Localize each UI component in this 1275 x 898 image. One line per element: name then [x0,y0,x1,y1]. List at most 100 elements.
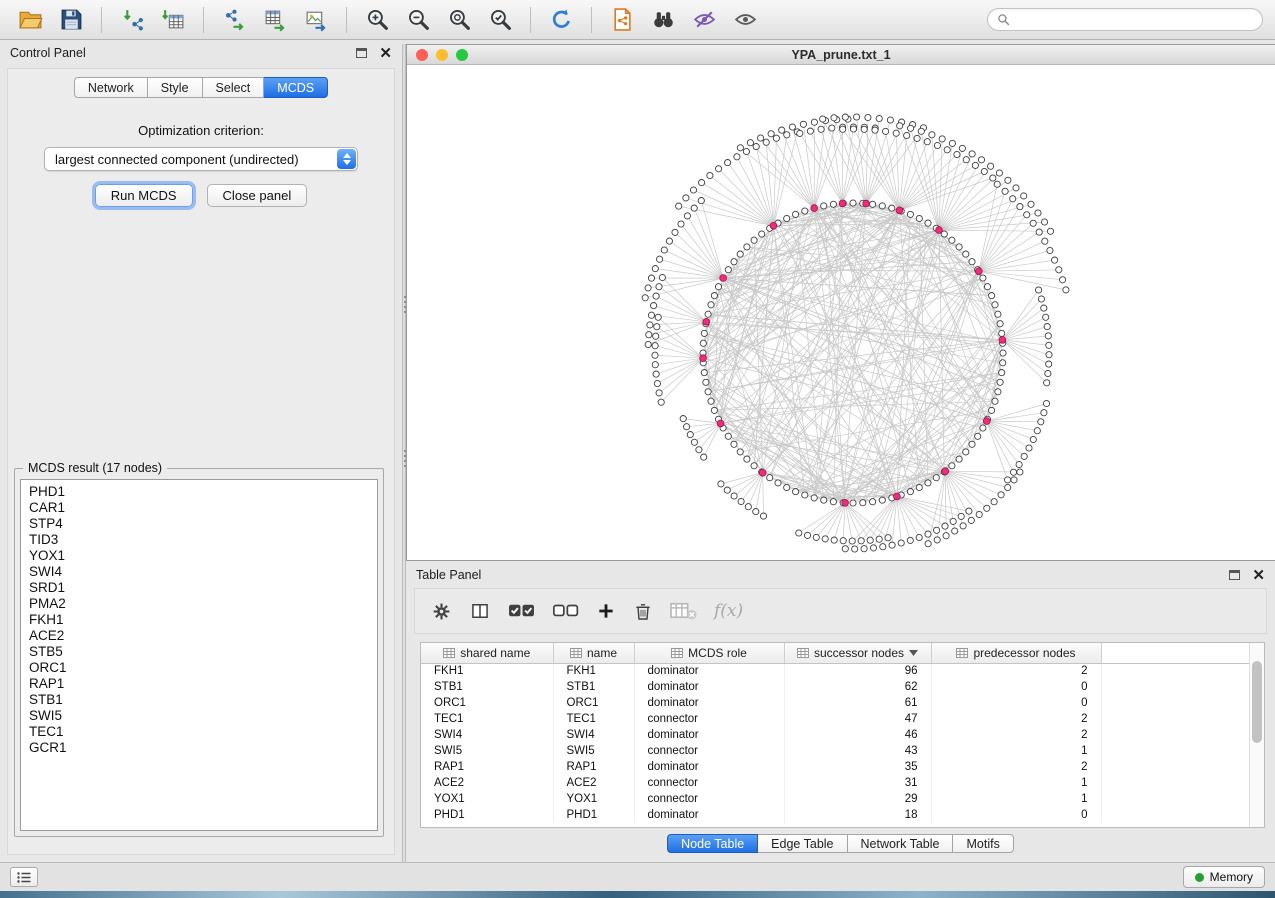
close-panel-icon[interactable]: ✕ [379,46,392,61]
table-row[interactable]: FKH1FKH1dominator962 [421,663,1264,679]
mcds-result-list[interactable]: PHD1CAR1STP4TID3YOX1SWI4SRD1PMA2FKH1ACE2… [20,479,378,831]
network-view-window: YPA_prune.txt_1 [406,44,1275,561]
mcds-result-item[interactable]: YOX1 [29,548,369,564]
zoom-in-button[interactable] [359,4,395,36]
run-mcds-button[interactable]: Run MCDS [95,184,193,207]
mcds-result-item[interactable]: PMA2 [29,596,369,612]
search-input[interactable] [1016,13,1253,27]
tab-style[interactable]: Style [148,77,203,98]
task-history-button[interactable] [10,867,38,887]
table-cell: 0 [931,679,1101,695]
window-minimize-icon[interactable] [436,49,448,61]
delete-column-button[interactable] [633,601,653,622]
mcds-result-item[interactable]: CAR1 [29,500,369,516]
export-network-button[interactable] [216,4,252,36]
zoom-selected-button[interactable] [482,4,518,36]
column-header-name[interactable]: name [553,643,634,663]
table-cell: 35 [784,759,931,775]
network-graph[interactable] [407,65,1274,560]
mcds-result-item[interactable]: SRD1 [29,580,369,596]
save-session-button[interactable] [53,4,89,36]
table-row[interactable]: TEC1TEC1connector472 [421,711,1264,727]
window-zoom-icon[interactable] [456,49,468,61]
show-columns-button[interactable] [469,601,491,621]
mcds-result-item[interactable]: TEC1 [29,724,369,740]
table-cell: 62 [784,679,931,695]
import-network-button[interactable] [114,4,150,36]
mcds-result-item[interactable]: ORC1 [29,660,369,676]
import-table-button[interactable] [155,4,191,36]
column-header-predecessor-nodes[interactable]: predecessor nodes [931,643,1101,663]
tab-network-table[interactable]: Network Table [848,834,954,853]
float-panel-icon[interactable] [1229,570,1240,580]
close-panel-button[interactable]: Close panel [207,184,308,207]
export-table-button[interactable] [257,4,293,36]
fx-icon: f(x) [714,601,743,621]
mcds-result-item[interactable]: FKH1 [29,612,369,628]
mcds-result-item[interactable]: STP4 [29,516,369,532]
mcds-result-item[interactable]: SWI5 [29,708,369,724]
table-settings-button[interactable] [431,601,452,622]
toolbar-separator [591,7,592,33]
table-cell: 1 [931,743,1101,759]
share-document-button[interactable] [604,4,640,36]
close-panel-icon[interactable]: ✕ [1252,568,1265,583]
table-row[interactable]: ORC1ORC1dominator610 [421,695,1264,711]
mcds-result-title: MCDS result (17 nodes) [23,461,167,475]
hide-details-button[interactable] [686,4,722,36]
eye-icon [733,7,758,32]
deselect-all-button[interactable] [552,602,579,620]
table-cell: YOX1 [421,791,553,807]
tab-node-table[interactable]: Node Table [667,834,758,853]
mcds-result-item[interactable]: GCR1 [29,740,369,756]
column-header-shared-name[interactable]: shared name [421,643,553,663]
column-header-mcds-role[interactable]: MCDS role [634,643,784,663]
zoom-in-icon [365,7,390,32]
tab-select[interactable]: Select [203,77,265,98]
mcds-result-item[interactable]: TID3 [29,532,369,548]
tab-edge-table[interactable]: Edge Table [758,834,847,853]
table-scrollbar-thumb[interactable] [1252,661,1262,743]
table-row[interactable]: PHD1PHD1dominator180 [421,807,1264,823]
find-button[interactable] [645,4,681,36]
open-session-button[interactable] [12,4,48,36]
show-details-button[interactable] [727,4,763,36]
tab-mcds[interactable]: MCDS [264,77,328,98]
float-panel-icon[interactable] [356,48,367,58]
table-row[interactable]: RAP1RAP1dominator352 [421,759,1264,775]
window-close-icon[interactable] [416,49,428,61]
table-row[interactable]: YOX1YOX1connector291 [421,791,1264,807]
table-row[interactable]: SWI5SWI5connector431 [421,743,1264,759]
table-row[interactable]: ACE2ACE2connector311 [421,775,1264,791]
mcds-result-item[interactable]: SWI4 [29,564,369,580]
table-cell: 29 [784,791,931,807]
tab-motifs[interactable]: Motifs [953,834,1013,853]
table-cell: dominator [634,759,784,775]
control-panel-tabs: Network Style Select MCDS [8,77,394,98]
zoom-fit-button[interactable] [441,4,477,36]
refresh-layout-button[interactable] [543,4,579,36]
mcds-result-item[interactable]: RAP1 [29,676,369,692]
mcds-result-item[interactable]: STB1 [29,692,369,708]
function-builder-button[interactable]: f(x) [714,601,743,621]
criterion-dropdown[interactable]: largest connected component (undirected) [44,147,358,171]
tab-network[interactable]: Network [74,77,148,98]
select-all-button[interactable] [508,602,535,620]
memory-button[interactable]: Memory [1183,866,1265,888]
table-row[interactable]: SWI4SWI4dominator462 [421,727,1264,743]
export-image-button[interactable] [298,4,334,36]
column-header-successor-nodes[interactable]: successor nodes [784,643,931,663]
column-menu-icon [671,648,683,658]
zoom-out-button[interactable] [400,4,436,36]
delete-table-button[interactable] [670,601,697,621]
table-scrollbar[interactable] [1249,643,1264,827]
mcds-result-item[interactable]: STB5 [29,644,369,660]
add-column-button[interactable] [596,601,616,621]
mcds-result-item[interactable]: ACE2 [29,628,369,644]
network-window-title: YPA_prune.txt_1 [791,48,890,62]
toolbar-separator [101,7,102,33]
mcds-result-item[interactable]: PHD1 [29,484,369,500]
table-row[interactable]: STB1STB1dominator620 [421,679,1264,695]
task-list-icon [17,872,31,883]
table-cell: SWI4 [553,727,634,743]
